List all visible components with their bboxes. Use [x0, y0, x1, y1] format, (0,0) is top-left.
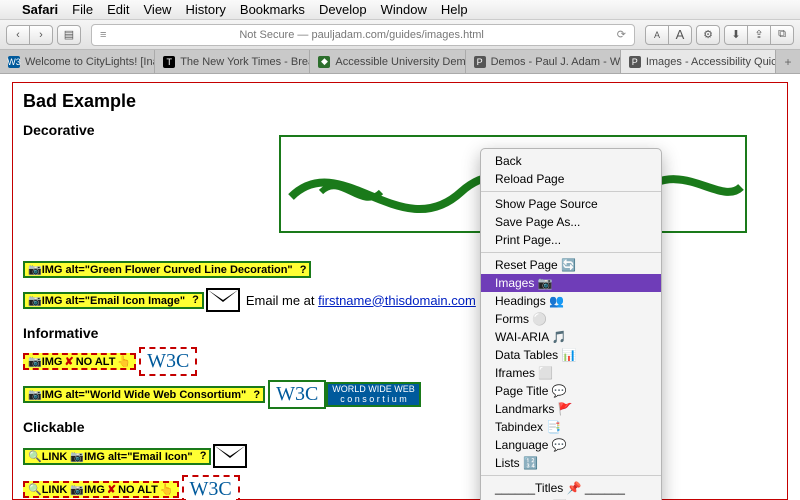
menu-edit[interactable]: Edit [107, 2, 129, 17]
context-menu-item[interactable]: Iframes ⬜ [481, 364, 661, 382]
tab-2[interactable]: ◆ Accessible University Demo Site - A... [310, 50, 465, 73]
context-menu-item[interactable]: Images 📷 [481, 274, 661, 292]
tab-label: Accessible University Demo Site - A... [335, 56, 465, 68]
context-menu-item[interactable]: Landmarks 🚩 [481, 400, 661, 418]
context-menu-item[interactable]: Reset Page 🔄 [481, 256, 661, 274]
context-menu[interactable]: BackReload Page Show Page SourceSave Page… [480, 148, 662, 500]
favicon-icon: ◆ [318, 56, 330, 68]
tab-4-active[interactable]: P Images - Accessibility Quick Guide [621, 50, 776, 73]
viewport: Bad Example Decorative 📷IMG alt="Green F… [0, 74, 800, 500]
tab-0[interactable]: W3 Welcome to CityLights! [Inaccessibl... [0, 50, 155, 73]
menu-file[interactable]: File [72, 2, 93, 17]
context-menu-item[interactable]: Reload Page [481, 170, 661, 188]
tab-strip: W3 Welcome to CityLights! [Inaccessibl...… [0, 50, 800, 74]
tab-label: The New York Times - Breaking News,... [180, 56, 310, 68]
address-bar[interactable]: ≡ Not Secure — pauljadam.com/guides/imag… [91, 24, 635, 46]
reload-icon[interactable]: ⟳ [617, 28, 626, 41]
menu-help[interactable]: Help [441, 2, 468, 17]
w3c-badge[interactable]: W3C [182, 475, 240, 500]
menu-safari[interactable]: Safari [22, 2, 58, 17]
context-menu-separator [481, 475, 661, 476]
no-alt-annotation: 📷IMG✘NO ALT👆 [23, 353, 136, 370]
settings-button[interactable]: ⚙︎ [696, 25, 720, 45]
back-button[interactable]: ‹ [6, 25, 30, 45]
heading-bad-example: Bad Example [23, 91, 777, 112]
new-tab-button[interactable]: + [776, 50, 800, 73]
toolbar: ‹ › ▤ ≡ Not Secure — pauljadam.com/guide… [0, 20, 800, 50]
email-icon[interactable] [213, 444, 247, 468]
favicon-icon: P [629, 56, 641, 68]
email-text: Email me at firstname@thisdomain.com [246, 293, 476, 308]
font-smaller-button[interactable]: A [645, 25, 669, 45]
heading-clickable: Clickable [23, 419, 777, 435]
reader-icon[interactable]: ≡ [100, 29, 106, 41]
context-menu-item[interactable]: Lists 🔢 [481, 454, 661, 472]
tab-label: Welcome to CityLights! [Inaccessibl... [25, 56, 155, 68]
context-menu-item[interactable]: Print Page... [481, 231, 661, 249]
menu-develop[interactable]: Develop [319, 2, 367, 17]
w3c-badge: W3C [139, 347, 197, 376]
menu-history[interactable]: History [185, 2, 225, 17]
menu-view[interactable]: View [144, 2, 172, 17]
context-menu-item[interactable]: Show Page Source [481, 195, 661, 213]
tab-label: Demos - Paul J. Adam - Web & Mo... [491, 56, 621, 68]
context-menu-item[interactable]: Back [481, 152, 661, 170]
context-menu-item[interactable]: Headings 👥 [481, 292, 661, 310]
forward-button[interactable]: › [29, 25, 53, 45]
download-button[interactable]: ⬇ [724, 25, 748, 45]
w3c-text-badge: WORLD WIDE WEBc o n s o r t i u m [326, 382, 421, 407]
context-menu-item[interactable]: Language 💬 [481, 436, 661, 454]
favicon-icon: T [163, 56, 175, 68]
tab-3[interactable]: P Demos - Paul J. Adam - Web & Mo... [466, 50, 621, 73]
alt-annotation: 📷IMG alt="World Wide Web Consortium" ? [23, 386, 265, 403]
favicon-icon: W3 [8, 56, 20, 68]
favicon-icon: P [474, 56, 486, 68]
menu-bar: Safari File Edit View History Bookmarks … [0, 0, 800, 20]
link-no-alt-annotation: 🔍LINK 📷IMG✘NO ALT👆 [23, 481, 179, 498]
page-content: Bad Example Decorative 📷IMG alt="Green F… [12, 82, 788, 500]
context-menu-item[interactable]: Data Tables 📊 [481, 346, 661, 364]
tab-1[interactable]: T The New York Times - Breaking News,... [155, 50, 310, 73]
menu-bookmarks[interactable]: Bookmarks [240, 2, 305, 17]
context-menu-item[interactable]: Tabindex 📑 [481, 418, 661, 436]
context-menu-separator [481, 191, 661, 192]
sidebar-button[interactable]: ▤ [57, 25, 81, 45]
context-menu-item[interactable]: ______Titles 📌 ______ [481, 479, 661, 497]
menu-window[interactable]: Window [381, 2, 427, 17]
font-larger-button[interactable]: A [668, 25, 692, 45]
tabs-button[interactable]: ⧉ [770, 25, 794, 45]
alt-annotation: 📷IMG alt="Email Icon Image" ? [23, 292, 204, 309]
context-menu-item[interactable]: Forms ⚪ [481, 310, 661, 328]
email-icon [206, 288, 240, 312]
email-link[interactable]: firstname@thisdomain.com [318, 293, 476, 308]
context-menu-separator [481, 252, 661, 253]
context-menu-item[interactable]: Save Page As... [481, 213, 661, 231]
link-alt-annotation: 🔍LINK 📷IMG alt="Email Icon" ? [23, 448, 211, 465]
tab-label: Images - Accessibility Quick Guide [646, 56, 776, 68]
context-menu-item[interactable]: WAI-ARIA 🎵 [481, 328, 661, 346]
w3c-badge: W3C [268, 380, 326, 409]
url-text: Not Secure — pauljadam.com/guides/images… [112, 29, 610, 41]
heading-informative: Informative [23, 325, 777, 341]
context-menu-item[interactable]: Page Title 💬 [481, 382, 661, 400]
alt-annotation: 📷IMG alt="Green Flower Curved Line Decor… [23, 261, 311, 278]
share-button[interactable]: ⇪ [747, 25, 771, 45]
